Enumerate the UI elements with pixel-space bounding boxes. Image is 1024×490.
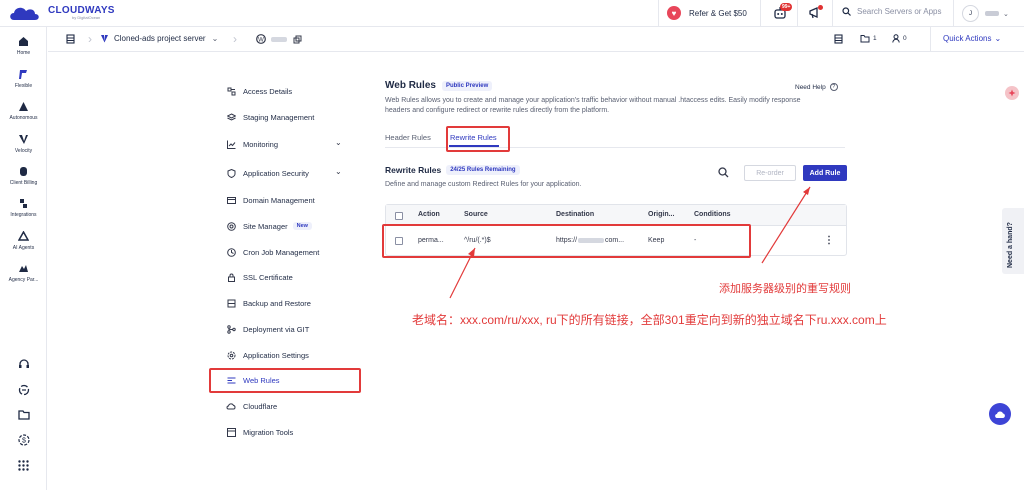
need-a-hand-label: Need a hand? — [1007, 222, 1014, 268]
cloud-icon — [995, 411, 1005, 418]
feedback-button[interactable] — [1005, 86, 1019, 100]
chat-assistant-button[interactable] — [989, 403, 1011, 425]
sparkle-icon — [1008, 89, 1016, 97]
annotation-add-rule: 添加服务器级别的重写规则 — [719, 283, 851, 295]
arrow-head — [803, 187, 810, 195]
annotation-arrows — [449, 186, 811, 299]
annotation-domain-redirect: 老域名：xxx.com/ru/xxx, ru下的所有链接，全部301重定向到新的… — [412, 313, 887, 327]
arrow-head — [468, 248, 475, 257]
need-a-hand-tab[interactable]: Need a hand? — [1002, 208, 1024, 274]
arrow-to-add-rule — [761, 186, 811, 264]
